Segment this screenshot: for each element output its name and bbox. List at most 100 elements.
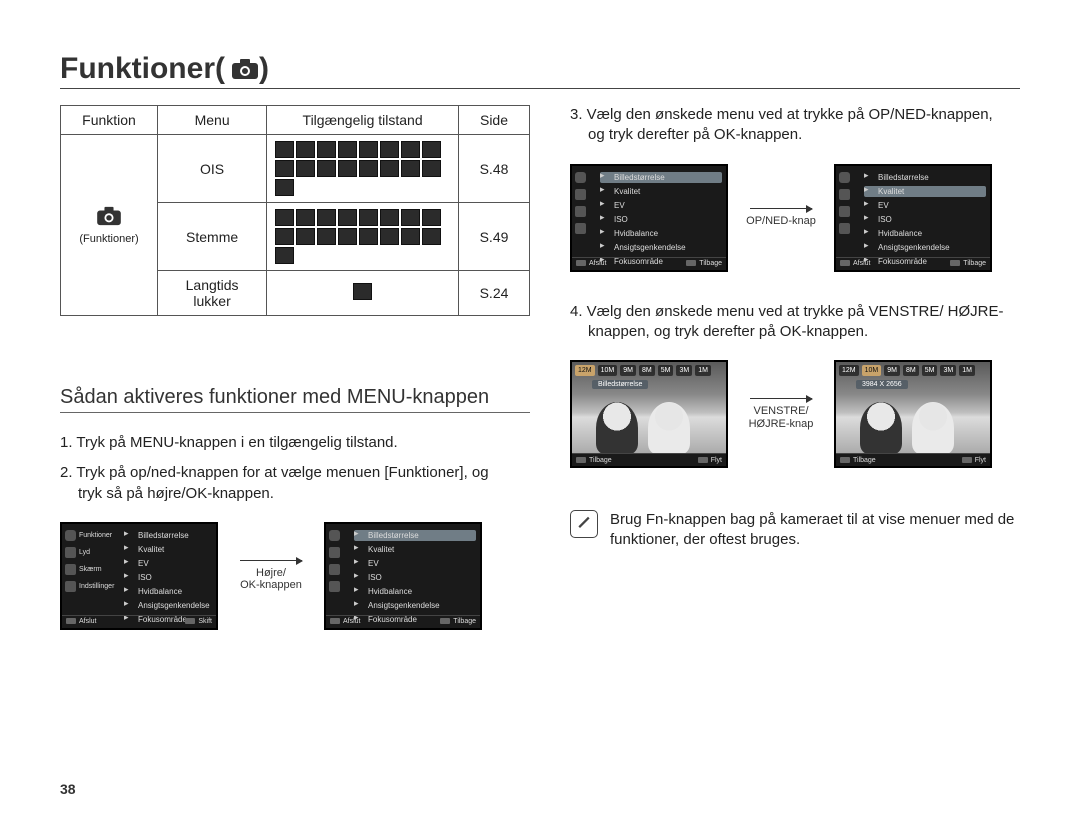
step-2-line1: 2. Tryk på op/ned-knappen for at vælge m…	[60, 464, 489, 481]
step-3-line1: 3. Vælg den ønskede menu ved at trykke p…	[570, 106, 993, 123]
row-stemme-side: S.49	[459, 203, 530, 271]
lcd-screen-photo-right: 12M 10M 9M 8M 5M 3M 1M 3984 X 2656 Tilba…	[834, 360, 992, 468]
row-ois-modes	[267, 135, 459, 203]
lcd-item: ISO	[878, 215, 892, 224]
chip: 5M	[922, 365, 938, 376]
chip: 5M	[658, 365, 674, 376]
chip: 9M	[620, 365, 636, 376]
lcd-footer-left: Tilbage	[840, 457, 876, 464]
row-langtids-menu: Langtids lukker	[158, 271, 267, 316]
th-tilstand: Tilgængelig tilstand	[267, 106, 459, 135]
row-stemme-modes	[267, 203, 459, 271]
step-2: 2. Tryk på op/ned-knappen for at vælge m…	[60, 463, 530, 504]
lcd-footer-right: Tilbage	[950, 260, 986, 267]
lcd-item: ISO	[368, 573, 382, 582]
chip: 1M	[695, 365, 711, 376]
lcd-item: Billedstørrelse	[368, 531, 419, 540]
right-screens-row-2: 12M 10M 9M 8M 5M 3M 1M Billedstørrelse T…	[570, 360, 1020, 468]
lcd-item: Hvidbalance	[368, 587, 412, 596]
func-cell: (Funktioner)	[61, 135, 158, 316]
lcd-screen-photo-left: 12M 10M 9M 8M 5M 3M 1M Billedstørrelse T…	[570, 360, 728, 468]
row-langtids-modes	[267, 271, 459, 316]
lcd-footer-right: Flyt	[698, 457, 722, 464]
chip: 12M	[575, 365, 595, 376]
lcd-item: Ansigtsgenkendelse	[138, 601, 210, 610]
left-screens-row: Funktioner Lyd Skærm Indstillinger Bille…	[60, 522, 530, 630]
lcd-item: Hvidbalance	[614, 229, 658, 238]
chip: 1M	[959, 365, 975, 376]
camera-icon	[231, 56, 259, 87]
lcd-item: ISO	[614, 215, 628, 224]
arrow-caption: OP/NED-knap	[746, 215, 816, 228]
title-paren-close: )	[259, 52, 269, 86]
function-table: Funktion Menu Tilgængelig tilstand Side …	[60, 105, 530, 316]
step-4: 4. Vælg den ønskede menu ved at trykke p…	[570, 302, 1020, 343]
lcd-item: Billedstørrelse	[878, 173, 929, 182]
chip: 8M	[903, 365, 919, 376]
lcd-item: Billedstørrelse	[138, 531, 189, 540]
th-menu: Menu	[158, 106, 267, 135]
lcd-footer-left: Afslut	[330, 618, 361, 625]
lcd-item: Ansigtsgenkendelse	[614, 243, 686, 252]
lcd-footer-left: Afslut	[576, 260, 607, 267]
arrow-right-ok: Højre/ OK-knappen	[232, 560, 310, 592]
lcd-item: Kvalitet	[138, 545, 164, 554]
lcd-item: EV	[138, 559, 149, 568]
note-text: Brug Fn-knappen bag på kameraet til at v…	[610, 510, 1020, 551]
step-1: 1. Tryk på MENU-knappen i en tilgængelig…	[60, 433, 530, 453]
lcd-item: Kvalitet	[878, 187, 904, 196]
chip: 9M	[884, 365, 900, 376]
page-title: Funktioner	[60, 52, 215, 86]
row-ois-side: S.48	[459, 135, 530, 203]
camera-icon	[96, 213, 122, 229]
lcd-tab-skaerm: Skærm	[79, 566, 102, 573]
th-funktion: Funktion	[61, 106, 158, 135]
lcd-footer-left: Afslut	[66, 618, 97, 625]
th-side: Side	[459, 106, 530, 135]
lcd-footer-right: Skift	[185, 618, 212, 625]
page-title-row: Funktioner ( )	[60, 52, 1020, 89]
arrow-caption: VENSTRE/ HØJRE-knap	[749, 405, 814, 430]
arrow-caption: Højre/ OK-knappen	[240, 567, 302, 592]
chip: 8M	[639, 365, 655, 376]
chip: 3M	[676, 365, 692, 376]
note-block: Brug Fn-knappen bag på kameraet til at v…	[570, 510, 1020, 551]
lcd-footer-right: Flyt	[962, 457, 986, 464]
lcd-item: Kvalitet	[614, 187, 640, 196]
step-2-line2: tryk så på højre/OK-knappen.	[60, 484, 530, 504]
lcd-photo-resolution: 3984 X 2656	[856, 380, 908, 389]
lcd-footer-left: Tilbage	[576, 457, 612, 464]
right-screens-row-1: Billedstørrelse Kvalitet EV ISO Hvidbala…	[570, 164, 1020, 272]
lcd-tab-lyd: Lyd	[79, 549, 90, 556]
step-4-line1: 4. Vælg den ønskede menu ved at trykke p…	[570, 303, 1004, 320]
lcd-screen-before-updown: Billedstørrelse Kvalitet EV ISO Hvidbala…	[570, 164, 728, 272]
lcd-item: EV	[368, 559, 379, 568]
lcd-chip-label: Billedstørrelse	[592, 380, 648, 389]
step-3-line2: og tryk derefter på OK-knappen.	[570, 125, 1020, 145]
lcd-footer-right: Tilbage	[440, 618, 476, 625]
lcd-screen-after-updown: Billedstørrelse Kvalitet EV ISO Hvidbala…	[834, 164, 992, 272]
func-label: (Funktioner)	[79, 233, 138, 245]
lcd-item: Ansigtsgenkendelse	[878, 243, 950, 252]
lcd-footer-right: Tilbage	[686, 260, 722, 267]
lcd-item: Ansigtsgenkendelse	[368, 601, 440, 610]
lcd-item: EV	[614, 201, 625, 210]
note-icon	[570, 510, 598, 538]
step-3: 3. Vælg den ønskede menu ved at trykke p…	[570, 105, 1020, 146]
chip: 10M	[598, 365, 618, 376]
lcd-screen-funktioner: Funktioner Lyd Skærm Indstillinger Bille…	[60, 522, 218, 630]
lcd-footer-left: Afslut	[840, 260, 871, 267]
lcd-item: Billedstørrelse	[614, 173, 665, 182]
lcd-screen-billedst: Billedstørrelse Kvalitet EV ISO Hvidbala…	[324, 522, 482, 630]
lcd-tab-indst: Indstillinger	[79, 583, 114, 590]
row-stemme-menu: Stemme	[158, 203, 267, 271]
lcd-item: Hvidbalance	[878, 229, 922, 238]
lcd-item: ISO	[138, 573, 152, 582]
lcd-item: EV	[878, 201, 889, 210]
arrow-op-ned: OP/NED-knap	[742, 208, 820, 228]
row-ois-menu: OIS	[158, 135, 267, 203]
row-langtids-side: S.24	[459, 271, 530, 316]
lcd-item: Hvidbalance	[138, 587, 182, 596]
step-4-line2: knappen, og tryk derefter på OK-knappen.	[570, 322, 1020, 342]
chip: 10M	[862, 365, 882, 376]
